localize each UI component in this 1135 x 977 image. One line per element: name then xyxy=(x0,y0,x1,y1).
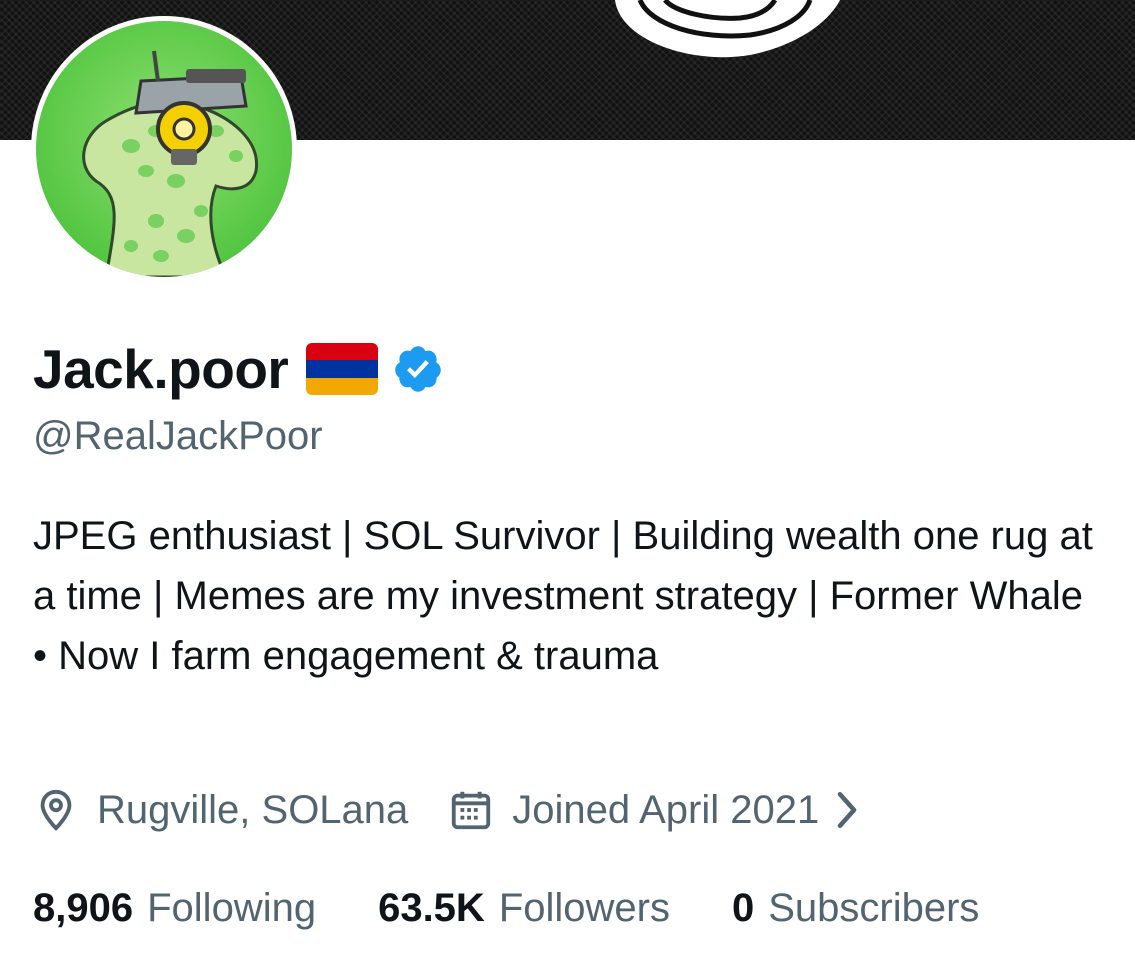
chevron-right-icon[interactable] xyxy=(833,789,861,831)
subscribers-label[interactable]: Subscribers xyxy=(768,886,979,931)
location-pin-icon xyxy=(40,789,72,831)
profile-bio: JPEG enthusiast | SOL Survivor | Buildin… xyxy=(33,514,1093,678)
subscribers-stat[interactable]: 0 Subscribers xyxy=(732,886,979,931)
profile-meta: Rugville, SOLana Joined April 2021 xyxy=(33,780,861,840)
joined-text[interactable]: Joined April 2021 xyxy=(512,788,819,833)
name-row: Jack.poor xyxy=(33,334,444,404)
following-count[interactable]: 8,906 xyxy=(33,886,133,931)
display-name: Jack.poor xyxy=(33,338,289,400)
followers-stat[interactable]: 63.5K Followers xyxy=(378,886,670,931)
profile-avatar[interactable] xyxy=(31,16,297,282)
followers-label[interactable]: Followers xyxy=(499,886,670,931)
banner-artwork xyxy=(615,0,840,58)
armenia-flag-icon xyxy=(306,343,379,395)
following-label[interactable]: Following xyxy=(147,886,316,931)
following-stat[interactable]: 8,906 Following xyxy=(33,886,316,931)
avatar-image xyxy=(36,21,292,277)
profile-stats: 8,906 Following 63.5K Followers 0 Subscr… xyxy=(33,880,979,936)
location-item: Rugville, SOLana xyxy=(33,787,408,833)
calendar-icon xyxy=(452,791,491,830)
joined-item[interactable]: Joined April 2021 xyxy=(448,787,861,833)
verified-badge-icon[interactable] xyxy=(392,343,444,395)
followers-count[interactable]: 63.5K xyxy=(378,886,485,931)
location-text: Rugville, SOLana xyxy=(97,787,409,832)
subscribers-count[interactable]: 0 xyxy=(732,886,754,931)
profile-handle: @RealJackPoor xyxy=(33,414,323,458)
